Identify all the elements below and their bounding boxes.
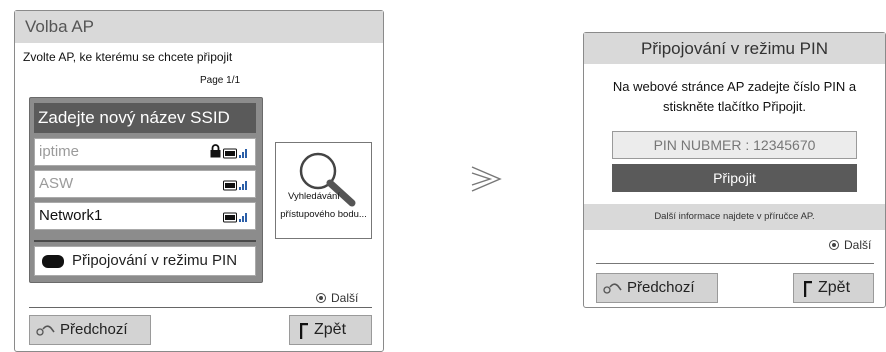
back-key-icon [804,281,812,297]
back-button[interactable]: Zpět [289,315,372,345]
next-label: Další [331,291,359,305]
footer-divider [29,307,372,308]
back-label: Zpět [314,321,347,338]
network-item-iptime[interactable]: iptime [34,138,256,166]
search-ap-button[interactable]: Vyhledávání přístupového bodu... [275,142,372,239]
prev-remote-icon [36,325,55,336]
dialog-title: Volba AP [15,11,383,43]
prev-remote-icon [603,283,622,294]
next-hint[interactable]: Další [316,291,358,305]
pin-number-field: PIN NUBMER : 12345670 [612,131,857,159]
signal-strength-icon [223,212,247,223]
instruction-text: Na webové stránce AP zadejte číslo PIN a… [612,79,857,114]
page-indicator: Page 1/1 [200,75,241,86]
search-label: Vyhledávání [288,191,340,202]
radio-dot-icon [829,240,839,250]
lock-icon [210,144,221,158]
network-name: Network1 [39,207,103,224]
pin-mode-button[interactable]: Připojování v režimu PIN [34,246,256,276]
prev-label: Předchozí [627,279,695,296]
black-key-icon [42,255,64,268]
list-divider [34,240,256,242]
search-label-2: přístupového bodu... [280,209,367,220]
pin-mode-label: Připojování v režimu PIN [72,252,238,269]
signal-strength-icon [223,148,247,159]
prev-label: Předchozí [60,321,128,338]
new-ssid-item[interactable]: Zadejte nový název SSID [34,103,256,133]
network-item-network1[interactable]: Network1 [34,202,256,230]
back-button[interactable]: Zpět [793,273,874,303]
next-label: Další [844,238,872,252]
prev-button[interactable]: Předchozí [29,315,151,345]
info-text: Další informace najdete v příručce AP. [584,204,885,230]
instruction-text: Zvolte AP, ke kterému se chcete připojit [23,50,233,64]
signal-strength-icon [223,180,247,191]
ap-list: Zadejte nový název SSID iptime ASW Netwo… [29,97,263,283]
back-label: Zpět [818,279,851,296]
next-hint[interactable]: Další [829,238,871,252]
pin-connect-dialog: Připojování v režimu PIN Na webové strán… [583,32,886,308]
network-item-asw[interactable]: ASW [34,170,256,198]
radio-dot-icon [316,293,326,303]
network-name: iptime [39,143,80,160]
double-chevron-right-icon [471,166,502,192]
ap-select-dialog: Volba AP Zvolte AP, ke kterému se chcete… [14,10,384,352]
connect-button[interactable]: Připojit [612,164,857,192]
footer-divider [596,263,874,264]
dialog-title: Připojování v režimu PIN [584,33,885,64]
network-name: ASW [39,175,74,192]
prev-button[interactable]: Předchozí [596,273,718,303]
back-key-icon [300,323,308,339]
